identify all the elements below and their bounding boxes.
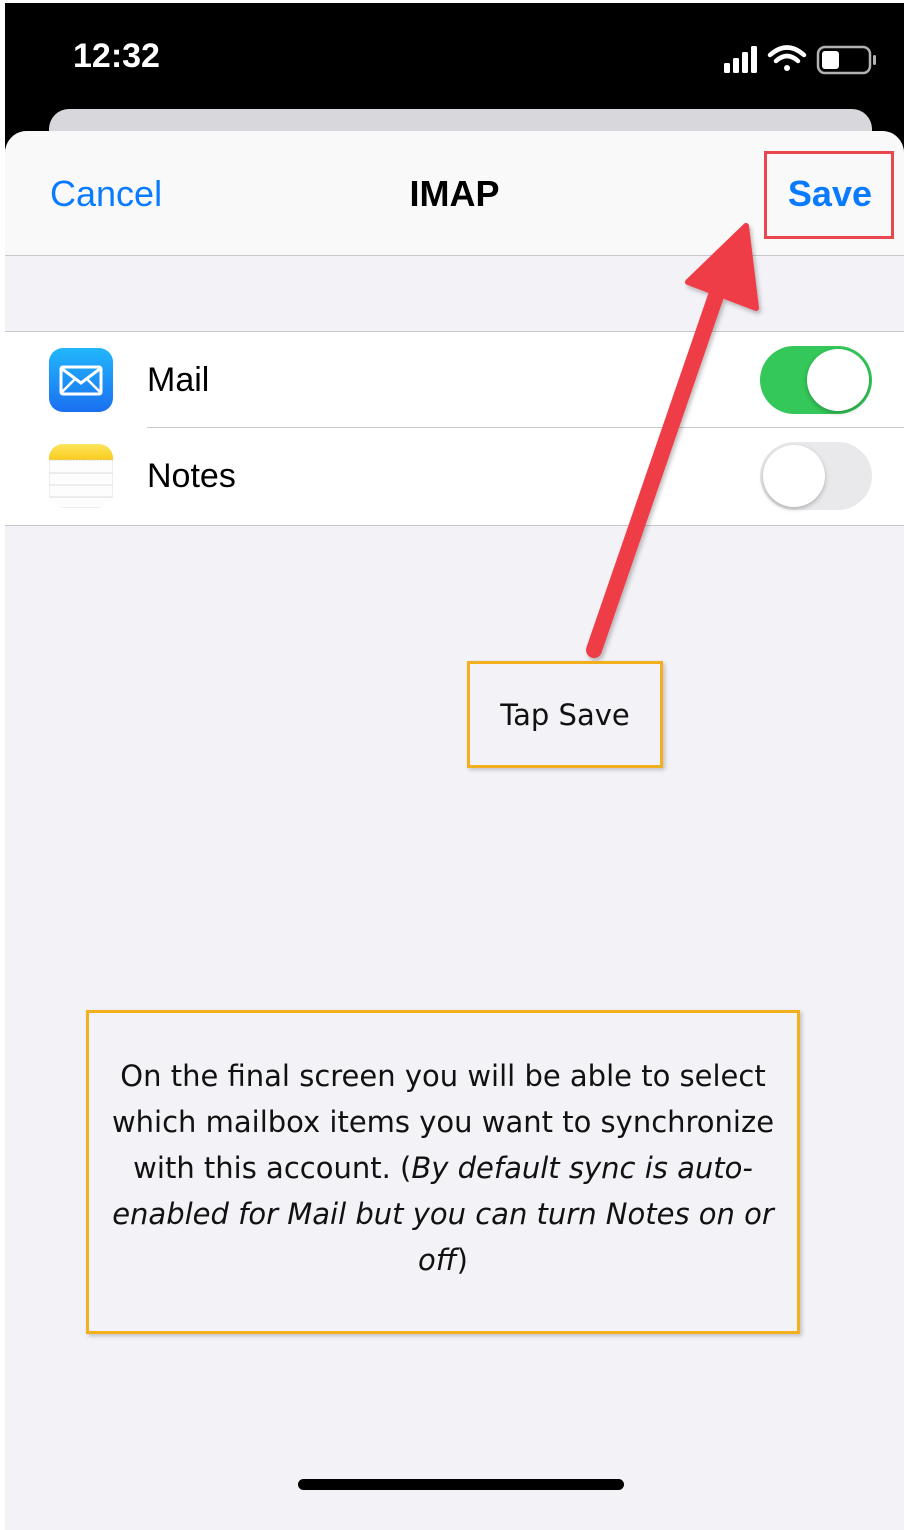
- notes-app-icon: [49, 444, 113, 508]
- status-icons: [724, 45, 876, 75]
- tap-save-text: Tap Save: [500, 697, 630, 732]
- toggle-knob: [763, 445, 825, 507]
- status-bar: 12:32: [5, 3, 904, 113]
- mail-toggle[interactable]: [760, 346, 872, 414]
- home-indicator: [298, 1479, 624, 1490]
- save-highlight-box: [764, 151, 894, 239]
- status-time: 12:32: [73, 37, 160, 75]
- mail-app-icon: [49, 348, 113, 412]
- mail-label: Mail: [147, 361, 210, 399]
- list-item-notes: Notes: [5, 428, 904, 524]
- sync-list: Mail Notes: [5, 331, 904, 526]
- notes-label: Notes: [147, 457, 236, 495]
- info-callout: On the final screen you will be able to …: [86, 1010, 800, 1334]
- toggle-knob: [807, 349, 869, 411]
- signal-icon: [724, 46, 757, 73]
- tap-save-callout: Tap Save: [467, 661, 663, 768]
- info-text-end: ): [456, 1243, 468, 1277]
- notes-toggle[interactable]: [760, 442, 872, 510]
- battery-icon: [816, 45, 876, 75]
- wifi-icon: [767, 45, 807, 71]
- list-item-mail: Mail: [5, 332, 904, 428]
